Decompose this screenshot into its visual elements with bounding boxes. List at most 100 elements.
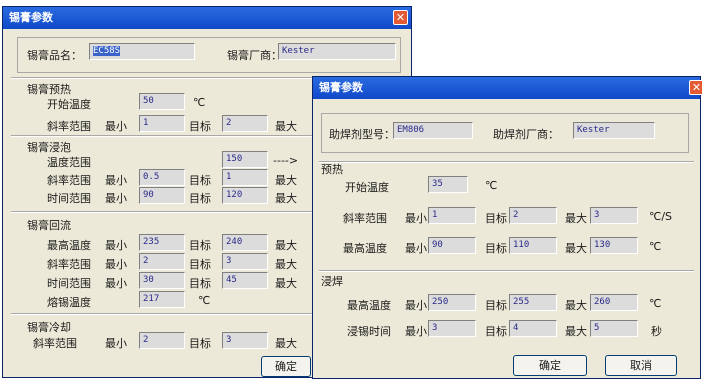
preheat-slope-unit: ℃/S <box>649 210 673 223</box>
reflow-time-label: 时间范围 <box>47 277 91 290</box>
soak-time-label: 时间范围 <box>47 192 91 205</box>
preheat-target-label: 目标 <box>189 120 211 133</box>
reflow-target-label-3: 目标 <box>189 277 211 290</box>
preheat-start-input[interactable]: 50 <box>139 93 185 110</box>
cool-max-label: 最大 <box>275 337 297 350</box>
preheat-start-input[interactable]: 35 <box>428 176 468 193</box>
window1-titlebar[interactable]: 锡膏参数 ✕ <box>3 7 411 29</box>
preheat-peak-target-input[interactable]: 110 <box>509 237 557 254</box>
section-soak-title: 锡膏浸泡 <box>27 141 71 154</box>
preheat-start-label: 开始温度 <box>345 181 389 194</box>
reflow-peak-min-input[interactable]: 235 <box>139 234 185 251</box>
section-preheat-title: 锡膏预热 <box>27 83 71 96</box>
close-icon[interactable]: ✕ <box>393 10 408 25</box>
preheat-peak-min-input[interactable]: 90 <box>428 237 476 254</box>
preheat-min-label-2: 最小 <box>405 242 427 255</box>
preheat-min-label: 最小 <box>105 120 127 133</box>
soak-temp-arrow: ----> <box>273 154 299 167</box>
soak-temp-label: 温度范围 <box>47 156 91 169</box>
soak-target-label-1: 目标 <box>189 174 211 187</box>
close-icon[interactable]: ✕ <box>689 80 702 95</box>
section-dip-title: 浸焊 <box>321 275 343 288</box>
preheat-target-label: 目标 <box>485 212 507 225</box>
soak-max-label-1: 最大 <box>275 174 297 187</box>
paste-vendor-label: 锡膏厂商： <box>227 49 282 62</box>
soak-temp-input[interactable]: 150 <box>222 151 268 168</box>
ok-button[interactable]: 确定 <box>261 356 311 377</box>
reflow-max-label-1: 最大 <box>275 239 297 252</box>
dip-target-label-1: 目标 <box>485 299 507 312</box>
section-cool-title: 锡膏冷却 <box>27 321 71 334</box>
dip-max-label-2: 最大 <box>565 325 587 338</box>
ok-button[interactable]: 确定 <box>513 355 587 376</box>
reflow-peak-target-input[interactable]: 240 <box>222 234 268 251</box>
paste-vendor-input[interactable]: Kester <box>278 43 396 60</box>
flux-vendor-input[interactable]: Kester <box>573 122 655 139</box>
soak-max-label-2: 最大 <box>275 192 297 205</box>
cancel-button[interactable]: 取消 <box>605 355 677 376</box>
cool-min-label: 最小 <box>105 337 127 350</box>
soak-target-label-2: 目标 <box>189 192 211 205</box>
dip-peak-target-input[interactable]: 255 <box>509 294 557 311</box>
preheat-peak-max-input[interactable]: 130 <box>590 237 638 254</box>
dip-peak-label: 最高温度 <box>347 299 391 312</box>
soak-slope-min-input[interactable]: 0.5 <box>139 169 185 186</box>
soak-time-min-input[interactable]: 90 <box>139 187 185 204</box>
dip-peak-max-input[interactable]: 260 <box>590 294 638 311</box>
reflow-melt-unit: ℃ <box>198 294 211 307</box>
dip-min-label-1: 最小 <box>405 299 427 312</box>
reflow-min-label-2: 最小 <box>105 258 127 271</box>
reflow-target-label-2: 目标 <box>189 258 211 271</box>
section-reflow-title: 锡膏回流 <box>27 219 71 232</box>
cool-slope-label: 斜率范围 <box>33 337 77 350</box>
preheat-max-label-2: 最大 <box>565 242 587 255</box>
preheat-start-unit: ℃ <box>193 96 206 109</box>
paste-name-label: 锡膏品名： <box>27 49 82 62</box>
soak-min-label-2: 最小 <box>105 192 127 205</box>
reflow-max-label-2: 最大 <box>275 258 297 271</box>
preheat-max-label: 最大 <box>275 120 297 133</box>
preheat-max-label: 最大 <box>565 212 587 225</box>
window2-titlebar[interactable]: 锡膏参数 ✕ <box>313 77 702 99</box>
reflow-melt-input[interactable]: 217 <box>139 291 185 308</box>
reflow-time-min-input[interactable]: 30 <box>139 272 185 289</box>
preheat-slope-min-input[interactable]: 1 <box>428 207 476 224</box>
reflow-slope-target-input[interactable]: 3 <box>222 253 268 270</box>
reflow-min-label-1: 最小 <box>105 239 127 252</box>
reflow-slope-label: 斜率范围 <box>47 258 91 271</box>
flux-vendor-label: 助焊剂厂商： <box>493 128 559 141</box>
preheat-peak-label: 最高温度 <box>343 242 387 255</box>
dip-max-label-1: 最大 <box>565 299 587 312</box>
dip-peak-min-input[interactable]: 250 <box>428 294 476 311</box>
cool-slope-target-input[interactable]: 3 <box>222 332 268 349</box>
preheat-min-label: 最小 <box>405 212 427 225</box>
dip-time-max-input[interactable]: 5 <box>590 320 638 337</box>
preheat-slope-target-input[interactable]: 2 <box>509 207 557 224</box>
window2-title: 锡膏参数 <box>319 81 363 94</box>
reflow-slope-min-input[interactable]: 2 <box>139 253 185 270</box>
dip-target-label-2: 目标 <box>485 325 507 338</box>
cool-slope-min-input[interactable]: 2 <box>139 332 185 349</box>
preheat-slope-min-input[interactable]: 1 <box>139 115 185 132</box>
flux-model-input[interactable]: EM806 <box>393 122 473 139</box>
dip-time-target-input[interactable]: 4 <box>509 320 557 337</box>
preheat-target-label-2: 目标 <box>485 242 507 255</box>
preheat-peak-unit: ℃ <box>649 240 662 253</box>
dip-time-unit: 秒 <box>651 325 662 338</box>
preheat-slope-label: 斜率范围 <box>47 120 91 133</box>
section-preheat-title: 预热 <box>321 163 343 176</box>
dip-time-min-input[interactable]: 3 <box>428 320 476 337</box>
dip-peak-unit: ℃ <box>649 297 662 310</box>
preheat-slope-max-input[interactable]: 3 <box>590 207 638 224</box>
reflow-min-label-3: 最小 <box>105 277 127 290</box>
reflow-time-target-input[interactable]: 45 <box>222 272 268 289</box>
soak-min-label-1: 最小 <box>105 174 127 187</box>
soak-slope-target-input[interactable]: 1 <box>222 169 268 186</box>
dip-min-label-2: 最小 <box>405 325 427 338</box>
paste-name-input[interactable]: EC58S <box>89 43 195 60</box>
reflow-max-label-3: 最大 <box>275 277 297 290</box>
preheat-start-unit: ℃ <box>485 179 498 192</box>
preheat-slope-target-input[interactable]: 2 <box>222 115 268 132</box>
window-flux-params: 锡膏参数 ✕ 助焊剂型号： EM806 助焊剂厂商： Kester 预热 开始温… <box>312 76 702 379</box>
soak-time-target-input[interactable]: 120 <box>222 187 268 204</box>
